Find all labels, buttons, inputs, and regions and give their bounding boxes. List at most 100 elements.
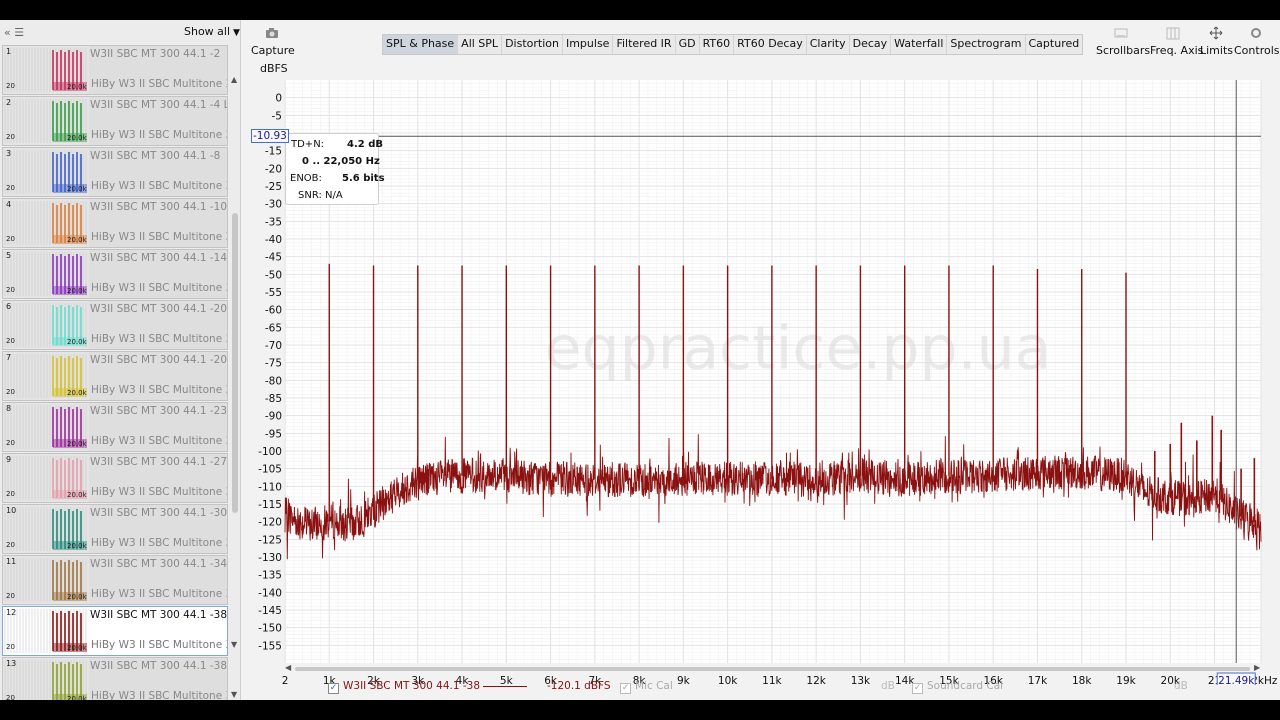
thumbnail-axis-start: 20 (6, 286, 15, 294)
soundcard-cal-unit: dB (1174, 680, 1188, 692)
thumbnail-axis-end: 20.0k (67, 542, 87, 550)
tab-rt60[interactable]: RT60 (700, 35, 735, 54)
measurement-title: W3II SBC MT 300 44.1 -20 (90, 303, 228, 315)
limits-button[interactable]: Limits (1200, 26, 1233, 57)
mic-cal-item[interactable]: ✓ Mic Cal (620, 680, 673, 694)
tab-spectrogram[interactable]: Spectrogram (947, 35, 1026, 54)
tab-filtered-ir[interactable]: Filtered IR (613, 35, 676, 54)
measurement-subtitle: HiBy W3 II SBC Multitone 300 (91, 639, 227, 651)
y-tick-label: -65 (265, 322, 282, 334)
tab-all-spl[interactable]: All SPL (458, 35, 503, 54)
tab-waterfall[interactable]: Waterfall (891, 35, 948, 54)
measurement-number: 5 (6, 251, 12, 260)
y-tick-label: -40 (265, 234, 282, 246)
scroll-up-icon[interactable]: ▲ (231, 75, 237, 84)
freq-axis-label: Freq. Axis (1150, 44, 1204, 57)
sidebar-header: « ☰ Show all ▼ (0, 20, 240, 44)
limits-label: Limits (1200, 44, 1233, 57)
thumbnail-axis-end: 20.0k (67, 83, 87, 91)
measurement-item[interactable]: 9 20 20.0k W3II SBC MT 300 44.1 -27 HiBy W3 … (2, 453, 228, 503)
tab-captured[interactable]: Captured (1026, 35, 1083, 54)
y-axis-unit: dBFS (260, 62, 288, 75)
measurement-title: W3II SBC MT 300 44.1 -2 (90, 48, 221, 60)
series-checkbox[interactable]: ✓ (328, 683, 339, 694)
scrollbars-label: Scrollbars (1096, 44, 1151, 57)
controls-label: Controls (1234, 44, 1280, 57)
capture-button[interactable]: Capture (251, 26, 295, 57)
y-tick-label: -50 (265, 269, 282, 281)
measurement-number: 6 (6, 302, 12, 311)
tdn-range: 0 .. 22,050 Hz (302, 156, 380, 167)
thumbnail-axis-end: 20.0k (67, 440, 87, 448)
y-tick-label: -60 (265, 305, 282, 317)
controls-icon (1251, 28, 1261, 38)
show-all-dropdown[interactable]: Show all ▼ (184, 25, 240, 38)
measurement-item[interactable]: 5 20 20.0k W3II SBC MT 300 44.1 -14 HiBy W3 … (2, 249, 228, 299)
tab-spl-phase[interactable]: SPL & Phase (383, 35, 459, 54)
thumbnail-axis-end: 20.0k (67, 134, 87, 142)
measurement-subtitle: HiBy W3 II SBC Multitone 300 (91, 435, 227, 447)
mic-cal-checkbox[interactable]: ✓ (620, 683, 631, 694)
measurement-item[interactable]: 3 20 20.0k W3II SBC MT 300 44.1 -8 HiBy W3 I… (2, 147, 228, 197)
tdn-value: 4.2 dB (347, 139, 383, 150)
series-legend-item[interactable]: ✓ W3II SBC MT 300 44.1 -38 (328, 680, 480, 694)
scrollbars-button[interactable]: Scrollbars (1096, 26, 1151, 57)
tab-gd[interactable]: GD (676, 35, 700, 54)
measurement-subtitle: HiBy W3 II SBC Multitone 300 (91, 384, 227, 396)
mic-cal-label: Mic Cal (635, 680, 673, 692)
measurements-sidebar: « ☰ Show all ▼ 1 20 20.0k W3II SBC MT 300 44… (0, 20, 241, 700)
measurement-item[interactable]: 4 20 20.0k W3II SBC MT 300 44.1 -10 L1 HiBy … (2, 198, 228, 248)
y-tick-label: -20 (265, 163, 282, 175)
measurement-item[interactable]: 1 20 20.0k W3II SBC MT 300 44.1 -2 HiBy W3 I… (2, 45, 228, 95)
measurement-item[interactable]: 11 20 20.0k W3II SBC MT 300 44.1 -34 HiBy W3… (2, 555, 228, 605)
tab-rt60-decay[interactable]: RT60 Decay (734, 35, 807, 54)
enob-label: ENOB: (290, 173, 322, 184)
measurement-item[interactable]: 6 20 20.0k W3II SBC MT 300 44.1 -20 HiBy W3 … (2, 300, 228, 350)
y-tick-label: -145 (258, 605, 282, 617)
soundcard-cal-item[interactable]: ✓ Soundcard Cal (912, 680, 1003, 694)
controls-button[interactable]: Controls (1234, 26, 1280, 57)
tab-decay[interactable]: Decay (850, 35, 892, 54)
y-tick-label: -135 (258, 570, 282, 582)
scroll-left-icon[interactable]: ◀ (285, 663, 291, 672)
measurement-number: 7 (6, 353, 12, 362)
graph-tabs: SPL & Phase All SPL Distortion Impulse Filte… (382, 34, 1084, 55)
measurement-item[interactable]: 7 20 20.0k W3II SBC MT 300 44.1 -20 L1 HiBy … (2, 351, 228, 401)
thumbnail-axis-start: 20 (6, 133, 15, 141)
soundcard-cal-checkbox[interactable]: ✓ (912, 683, 923, 694)
tab-distortion[interactable]: Distortion (502, 35, 563, 54)
measurement-number: 10 (6, 506, 17, 515)
tab-clarity[interactable]: Clarity (807, 35, 850, 54)
measurement-item[interactable]: 8 20 20.0k W3II SBC MT 300 44.1 -23 HiBy W3 … (2, 402, 228, 452)
sidebar-scrollbar[interactable]: ▲ ▼ ▼ (230, 45, 240, 700)
y-tick-label: -5 (272, 110, 282, 122)
measurement-item[interactable]: 10 20 20.0k W3II SBC MT 300 44.1 -30 HiBy W3… (2, 504, 228, 554)
thumbnail-axis-start: 20 (6, 82, 15, 90)
freq-axis-button[interactable]: Freq. Axis (1150, 26, 1204, 57)
scrollbars-icon (1114, 28, 1128, 38)
measurement-number: 11 (6, 557, 17, 566)
chevron-down-icon: ▼ (233, 28, 240, 38)
sidebar-scroll-thumb[interactable] (232, 213, 238, 513)
measurement-item[interactable]: 12 20 20.0k W3II SBC MT 300 44.1 -38 HiBy W3… (2, 606, 228, 656)
measurement-item[interactable]: 13 20 20.0k W3II SBC MT 300 44.1 -38 L7 HiBy… (2, 657, 228, 700)
thumbnail-axis-end: 20.0k (67, 491, 87, 499)
spl-chart[interactable]: 0-5-10-15-20-25-30-35-40-45-50-55-60-65-… (250, 75, 1280, 685)
thumbnail-axis-end: 20.0k (67, 338, 87, 346)
y-tick-label: 0 (275, 93, 282, 105)
y-tick-label: -115 (258, 499, 282, 511)
measurement-item[interactable]: 2 20 20.0k W3II SBC MT 300 44.1 -4 L1 HiBy W… (2, 96, 228, 146)
tab-impulse[interactable]: Impulse (563, 35, 614, 54)
collapse-sidebar-icon[interactable]: « ☰ (4, 26, 24, 39)
thumbnail-axis-end: 20.0k (67, 644, 87, 652)
graph-h-scrollbar[interactable]: ◀ ▶ (285, 663, 1260, 673)
spl-graph[interactable]: 0-5-10-15-20-25-30-35-40-45-50-55-60-65-… (250, 75, 1280, 685)
measurement-title: W3II SBC MT 300 44.1 -23 (90, 405, 228, 417)
measurement-subtitle: HiBy W3 II SBC Multitone 300 (91, 129, 227, 141)
limits-arrows-icon (1209, 26, 1223, 40)
h-scroll-thumb[interactable] (295, 667, 1250, 671)
scroll-down-icon[interactable]: ▼ (231, 640, 237, 649)
scroll-right-icon[interactable]: ▶ (1254, 663, 1260, 672)
measurement-subtitle: HiBy W3 II SBC Multitone 300 (91, 282, 227, 294)
scroll-down-end-icon[interactable]: ▼ (231, 690, 237, 699)
